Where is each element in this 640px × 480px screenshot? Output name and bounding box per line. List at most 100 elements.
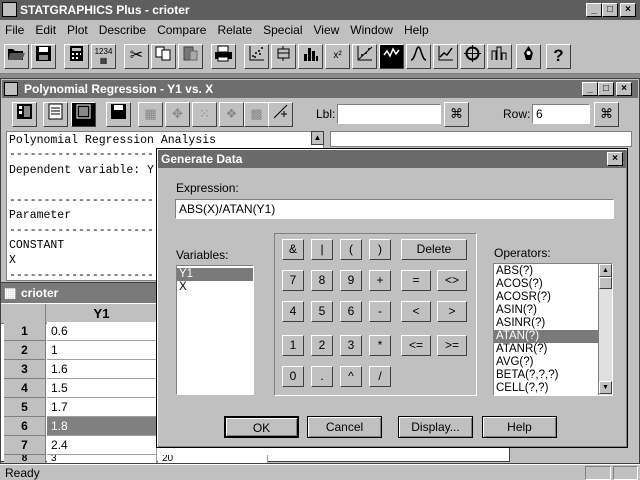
column-header-y1[interactable]: Y1 bbox=[47, 304, 157, 324]
scroll-thumb[interactable] bbox=[599, 277, 612, 289]
menu-special[interactable]: Special bbox=[263, 23, 302, 37]
box-plot-icon[interactable] bbox=[271, 44, 296, 69]
scatter-plot-icon[interactable] bbox=[244, 44, 269, 69]
analysis-minimize-icon[interactable]: _ bbox=[582, 82, 598, 96]
cut-icon[interactable]: ✂ bbox=[124, 44, 149, 69]
menu-edit[interactable]: Edit bbox=[35, 23, 56, 37]
regression-plot-icon[interactable] bbox=[352, 44, 377, 69]
histogram-icon[interactable] bbox=[298, 44, 323, 69]
operator-item[interactable]: CELL(?,?) bbox=[494, 382, 612, 395]
key-open-paren[interactable]: ( bbox=[340, 239, 362, 260]
graph-pane[interactable] bbox=[330, 131, 632, 147]
save-disk-icon[interactable] bbox=[31, 44, 56, 69]
operators-list[interactable]: ABS(?) ACOS(?) ACOSR(?) ASIN(?) ASINR(?)… bbox=[493, 263, 613, 396]
key-4[interactable]: 4 bbox=[282, 301, 304, 322]
key-5[interactable]: 5 bbox=[311, 301, 333, 322]
key-0[interactable]: 0 bbox=[282, 366, 304, 387]
scroll-down-icon[interactable]: ▼ bbox=[599, 381, 612, 394]
row-number[interactable]: 3 bbox=[4, 360, 46, 379]
row-number[interactable]: 1 bbox=[4, 322, 46, 341]
time-series-icon[interactable] bbox=[379, 44, 404, 69]
variables-list[interactable]: Y1 X bbox=[176, 265, 254, 395]
key-8[interactable]: 8 bbox=[311, 270, 333, 291]
cancel-button[interactable]: Cancel bbox=[307, 416, 382, 438]
display-button[interactable]: Display... bbox=[398, 416, 473, 438]
cell-y1[interactable]: 1.6 bbox=[47, 360, 157, 379]
operator-item[interactable]: ATANR(?) bbox=[494, 343, 612, 356]
cell-y1[interactable]: 1 bbox=[47, 341, 157, 360]
rocket-icon[interactable] bbox=[516, 44, 541, 69]
cell-y1[interactable]: 0.6 bbox=[47, 322, 157, 341]
data-editor-icon[interactable]: 1234 ▦ bbox=[91, 44, 116, 69]
menu-describe[interactable]: Describe bbox=[99, 23, 146, 37]
row-number[interactable]: 7 bbox=[4, 436, 46, 455]
menu-file[interactable]: File bbox=[5, 23, 24, 37]
corner-cell[interactable] bbox=[4, 304, 46, 324]
operator-item[interactable]: AVG(?) bbox=[494, 356, 612, 369]
key-7[interactable]: 7 bbox=[282, 270, 304, 291]
key-multiply[interactable]: * bbox=[369, 335, 391, 356]
input-dialog-icon[interactable] bbox=[12, 102, 37, 127]
lbl-binoculars-icon[interactable]: ⌘ bbox=[444, 102, 469, 127]
operator-item[interactable]: BETA(?,?,?) bbox=[494, 369, 612, 382]
output-scroll-up-icon[interactable]: ▲ bbox=[311, 131, 324, 145]
grid-icon[interactable]: ▦ bbox=[4, 286, 16, 299]
multiple-plot-icon[interactable] bbox=[487, 44, 512, 69]
dialog-close-icon[interactable]: × bbox=[607, 152, 623, 166]
save-results-icon[interactable] bbox=[106, 102, 131, 127]
x-squared-icon[interactable]: x² bbox=[325, 44, 350, 69]
key-6[interactable]: 6 bbox=[340, 301, 362, 322]
key-less-than[interactable]: < bbox=[401, 301, 431, 322]
menu-help[interactable]: Help bbox=[404, 23, 429, 37]
ok-button[interactable]: OK bbox=[224, 416, 299, 438]
help-icon[interactable]: ? bbox=[546, 44, 571, 69]
app-icon[interactable] bbox=[2, 2, 17, 17]
density-plot-icon[interactable] bbox=[406, 44, 431, 69]
key-equals[interactable]: = bbox=[401, 270, 431, 291]
close-icon[interactable]: × bbox=[620, 3, 636, 17]
analysis-maximize-icon[interactable]: □ bbox=[598, 82, 614, 96]
row-number[interactable]: 5 bbox=[4, 398, 46, 417]
key-not-equal[interactable]: <> bbox=[437, 270, 467, 291]
menu-window[interactable]: Window bbox=[350, 23, 393, 37]
key-plus[interactable]: + bbox=[369, 270, 391, 291]
row-binoculars-icon[interactable]: ⌘ bbox=[594, 102, 619, 127]
menu-view[interactable]: View bbox=[313, 23, 339, 37]
operator-item-selected[interactable]: ATAN(?) bbox=[494, 330, 598, 343]
print-icon[interactable] bbox=[211, 44, 236, 69]
grid-disabled-icon[interactable]: ▦ bbox=[138, 102, 163, 127]
help-button[interactable]: Help bbox=[482, 416, 557, 438]
row-number[interactable]: 2 bbox=[4, 341, 46, 360]
operator-item[interactable]: ASIN(?) bbox=[494, 304, 612, 317]
row-number[interactable]: 4 bbox=[4, 379, 46, 398]
key-less-equal[interactable]: <= bbox=[401, 335, 431, 356]
key-power[interactable]: ^ bbox=[340, 366, 362, 387]
open-folder-icon[interactable] bbox=[4, 44, 29, 69]
minimize-icon[interactable]: _ bbox=[586, 3, 602, 17]
key-9[interactable]: 9 bbox=[340, 270, 362, 291]
menu-relate[interactable]: Relate bbox=[217, 23, 252, 37]
key-2[interactable]: 2 bbox=[311, 335, 333, 356]
graphical-options-icon[interactable] bbox=[71, 102, 96, 127]
variable-item-y1[interactable]: Y1 bbox=[177, 268, 253, 281]
operator-item[interactable]: ACOS(?) bbox=[494, 278, 612, 291]
restore-icon[interactable]: □ bbox=[602, 3, 618, 17]
calculator-icon[interactable] bbox=[64, 44, 89, 69]
key-close-paren[interactable]: ) bbox=[369, 239, 391, 260]
cell-y1[interactable]: 1.5 bbox=[47, 379, 157, 398]
tabular-options-icon[interactable] bbox=[43, 102, 68, 127]
key-minus[interactable]: - bbox=[369, 301, 391, 322]
operator-item[interactable]: ACOSR(?) bbox=[494, 291, 612, 304]
paste-icon[interactable] bbox=[178, 44, 203, 69]
key-3[interactable]: 3 bbox=[340, 335, 362, 356]
menu-plot[interactable]: Plot bbox=[67, 23, 88, 37]
key-1[interactable]: 1 bbox=[282, 335, 304, 356]
key-pipe[interactable]: | bbox=[311, 239, 333, 260]
lbl-input[interactable] bbox=[337, 104, 441, 124]
cell-y1[interactable]: 3 bbox=[47, 455, 157, 463]
crosshair-icon[interactable] bbox=[460, 44, 485, 69]
operators-scrollbar[interactable]: ▲ ▼ bbox=[598, 264, 612, 395]
expression-input[interactable]: ABS(X)/ATAN(Y1) bbox=[175, 199, 614, 219]
query-disabled-icon[interactable]: ▩ bbox=[244, 102, 269, 127]
operator-item[interactable]: ABS(?) bbox=[494, 265, 612, 278]
